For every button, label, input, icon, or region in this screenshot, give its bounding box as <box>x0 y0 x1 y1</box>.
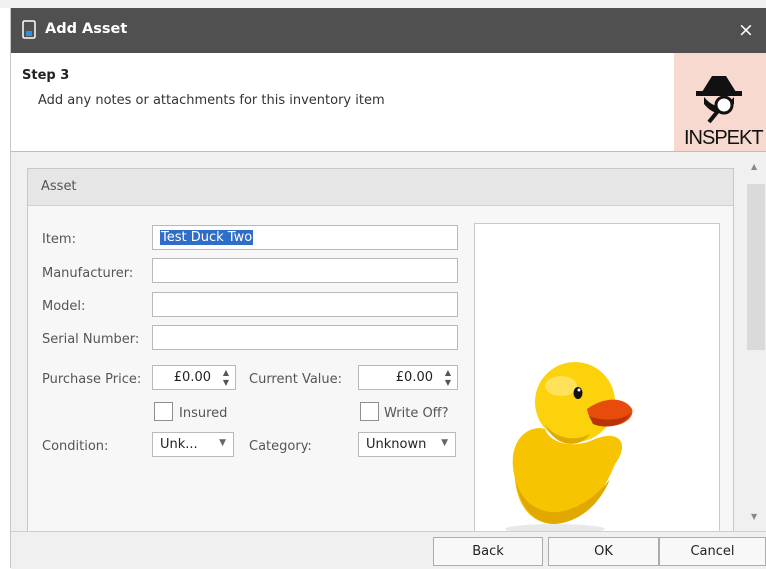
purchase-price-label: Purchase Price: <box>42 372 142 387</box>
step-description: Add any notes or attachments for this in… <box>38 93 385 108</box>
manufacturer-label: Manufacturer: <box>42 266 134 281</box>
insured-checkbox[interactable] <box>154 402 173 421</box>
condition-value: Unk... <box>160 437 198 452</box>
condition-label: Condition: <box>42 439 109 454</box>
inspector-icon <box>696 76 742 124</box>
rubber-duck-image <box>505 362 633 534</box>
cancel-button[interactable]: Cancel <box>659 537 766 566</box>
current-value-label: Current Value: <box>249 372 343 387</box>
spin-up-icon[interactable]: ▲ <box>220 368 232 377</box>
close-icon[interactable]: × <box>733 17 759 43</box>
scroll-up-icon[interactable]: ▲ <box>751 162 757 171</box>
write-off-checkbox[interactable] <box>360 402 379 421</box>
scroll-down-icon[interactable]: ▼ <box>751 512 757 521</box>
insured-label: Insured <box>179 406 228 421</box>
add-asset-dialog: Add Asset × Step 3 Add any notes or atta… <box>10 8 766 569</box>
spin-up-icon[interactable]: ▲ <box>442 368 454 377</box>
background-window <box>0 0 766 8</box>
asset-group: Asset Item: Test Duck Two Manufacturer: … <box>27 168 734 534</box>
ok-button[interactable]: OK <box>548 537 659 566</box>
spin-down-icon[interactable]: ▼ <box>220 378 232 387</box>
write-off-label: Write Off? <box>384 406 449 421</box>
current-value-value: £0.00 <box>395 370 433 385</box>
chevron-down-icon: ▼ <box>219 438 226 448</box>
window-title: Add Asset <box>45 21 128 37</box>
step-title: Step 3 <box>22 68 70 83</box>
item-input[interactable]: Test Duck Two <box>152 225 458 250</box>
category-value: Unknown <box>366 437 427 452</box>
chevron-down-icon: ▼ <box>441 438 448 448</box>
logo-text: INSPEKT <box>684 127 764 149</box>
manufacturer-input[interactable] <box>152 258 458 283</box>
category-label: Category: <box>249 439 312 454</box>
model-label: Model: <box>42 299 86 314</box>
group-header: Asset <box>28 169 733 206</box>
serial-number-input[interactable] <box>152 325 458 350</box>
title-bar[interactable]: Add Asset × <box>11 8 766 53</box>
device-icon <box>22 20 36 39</box>
wizard-header: Step 3 Add any notes or attachments for … <box>11 53 766 152</box>
scroll-thumb[interactable] <box>747 184 765 350</box>
serial-number-label: Serial Number: <box>42 332 140 347</box>
inspekt-logo: INSPEKT <box>674 53 766 151</box>
model-input[interactable] <box>152 292 458 317</box>
vertical-scrollbar[interactable]: ▲ ▼ <box>745 158 766 530</box>
back-button[interactable]: Back <box>433 537 543 566</box>
button-bar: Back OK Cancel <box>11 531 766 569</box>
asset-image-box[interactable] <box>474 223 720 534</box>
item-value: Test Duck Two <box>160 230 254 245</box>
category-dropdown[interactable]: Unknown ▼ <box>358 432 456 457</box>
condition-dropdown[interactable]: Unk... ▼ <box>152 432 234 457</box>
purchase-price-value: £0.00 <box>173 370 211 385</box>
spin-down-icon[interactable]: ▼ <box>442 378 454 387</box>
group-title: Asset <box>41 179 77 194</box>
current-value-spinner[interactable]: £0.00 ▲ ▼ <box>358 365 458 390</box>
purchase-price-spinner[interactable]: £0.00 ▲ ▼ <box>152 365 236 390</box>
item-label: Item: <box>42 232 76 247</box>
